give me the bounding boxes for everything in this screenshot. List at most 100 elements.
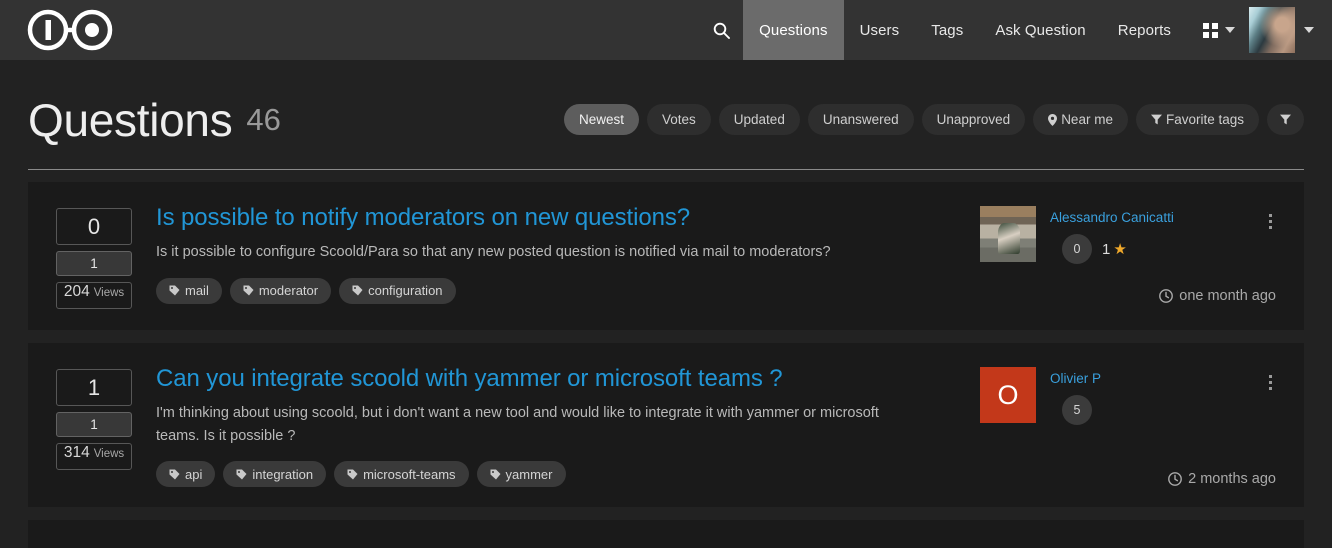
nav-item-reports[interactable]: Reports xyxy=(1102,0,1187,60)
filter-votes[interactable]: Votes xyxy=(647,104,711,135)
answer-count: 1 xyxy=(56,412,132,437)
page-title: Questions xyxy=(28,97,232,143)
tag-list: mail moderator xyxy=(156,278,962,304)
navbar-spacer xyxy=(138,0,699,60)
author-info: Olivier P 5 xyxy=(1050,367,1101,425)
tag-chip[interactable]: microsoft-teams xyxy=(334,461,468,487)
question-card[interactable]: 0 1 204 Views Is possible to notify mode… xyxy=(28,182,1304,330)
page-header: Questions 46 Newest Votes Updated Unansw… xyxy=(28,60,1304,165)
author-block: O Olivier P 5 xyxy=(980,367,1280,425)
question-title-link[interactable]: Is possible to notify moderators on new … xyxy=(156,204,962,232)
header-divider xyxy=(28,169,1304,170)
star-icon: ★ xyxy=(1113,242,1126,257)
chevron-down-icon xyxy=(1304,27,1314,33)
apps-menu-button[interactable] xyxy=(1187,0,1241,60)
vote-count: 1 xyxy=(56,369,132,406)
question-card[interactable]: 1 1 314 Views Can you integrate scoold w… xyxy=(28,343,1304,507)
view-count-label: Views xyxy=(94,448,124,460)
tag-chip[interactable]: mail xyxy=(156,278,222,304)
tag-label: yammer xyxy=(506,467,553,482)
tag-chip[interactable]: integration xyxy=(223,461,326,487)
author-avatar[interactable] xyxy=(980,206,1036,262)
chevron-down-icon xyxy=(1225,27,1235,33)
filter-unanswered-label: Unanswered xyxy=(823,112,899,127)
avatar xyxy=(1249,7,1295,53)
author-name-link[interactable]: Alessandro Canicatti xyxy=(1050,210,1174,225)
filter-near-me[interactable]: Near me xyxy=(1033,104,1128,135)
filter-updated-label: Updated xyxy=(734,112,785,127)
filter-icon xyxy=(1280,114,1291,125)
question-body: Can you integrate scoold with yammer or … xyxy=(132,365,980,487)
question-stats: 0 1 204 Views xyxy=(56,204,132,310)
tag-label: moderator xyxy=(259,283,318,298)
tag-chip[interactable]: configuration xyxy=(339,278,455,304)
author-name-link[interactable]: Olivier P xyxy=(1050,371,1101,386)
filter-options-button[interactable] xyxy=(1267,104,1304,135)
top-navbar: Questions Users Tags Ask Question Report… xyxy=(0,0,1332,60)
question-excerpt: I'm thinking about using scoold, but i d… xyxy=(156,402,896,447)
tag-chip[interactable]: yammer xyxy=(477,461,566,487)
map-pin-icon xyxy=(1048,114,1057,126)
question-options-menu[interactable] xyxy=(1265,371,1276,394)
tag-chip[interactable]: api xyxy=(156,461,215,487)
question-count: 46 xyxy=(246,104,280,135)
tag-icon xyxy=(169,469,180,480)
author-avatar[interactable]: O xyxy=(980,367,1036,423)
tag-list: api integration xyxy=(156,461,962,487)
tag-icon xyxy=(236,469,247,480)
question-timestamp: 2 months ago xyxy=(1168,471,1276,487)
question-options-menu[interactable] xyxy=(1265,210,1276,233)
filter-unanswered[interactable]: Unanswered xyxy=(808,104,914,135)
search-button[interactable] xyxy=(699,0,743,60)
view-count-number: 204 xyxy=(64,283,90,301)
gold-badge: 1 ★ xyxy=(1102,241,1127,258)
tag-chip[interactable]: moderator xyxy=(230,278,331,304)
reputation-badge: 5 xyxy=(1062,395,1092,425)
filter-icon xyxy=(1151,114,1162,125)
tag-label: api xyxy=(185,467,202,482)
grid-apps-icon xyxy=(1203,23,1218,38)
gold-badge-count: 1 xyxy=(1102,241,1110,258)
timestamp-label: 2 months ago xyxy=(1188,471,1276,487)
tag-icon xyxy=(490,469,501,480)
user-menu-button[interactable] xyxy=(1241,0,1332,60)
nav-item-ask-question[interactable]: Ask Question xyxy=(979,0,1101,60)
filter-newest[interactable]: Newest xyxy=(564,104,639,135)
question-title-link[interactable]: Can you integrate scoold with yammer or … xyxy=(156,365,962,393)
view-count-label: Views xyxy=(94,287,124,299)
author-badges: 0 1 ★ xyxy=(1050,234,1174,264)
filter-updated[interactable]: Updated xyxy=(719,104,800,135)
nav-item-questions[interactable]: Questions xyxy=(743,0,843,60)
page-body: Questions 46 Newest Votes Updated Unansw… xyxy=(0,60,1332,548)
vote-count: 0 xyxy=(56,208,132,245)
tag-label: microsoft-teams xyxy=(363,467,455,482)
nav-item-tags[interactable]: Tags xyxy=(915,0,979,60)
question-meta: O Olivier P 5 xyxy=(980,365,1280,487)
question-body: Is possible to notify moderators on new … xyxy=(132,204,980,310)
tag-label: mail xyxy=(185,283,209,298)
question-card[interactable] xyxy=(28,520,1304,548)
answer-count: 1 xyxy=(56,251,132,276)
tag-icon xyxy=(169,285,180,296)
tag-icon xyxy=(347,469,358,480)
tag-label: integration xyxy=(252,467,313,482)
view-count-number: 314 xyxy=(64,444,90,462)
tag-icon xyxy=(352,285,363,296)
question-excerpt: Is it possible to configure Scoold/Para … xyxy=(156,241,896,263)
tag-label: configuration xyxy=(368,283,442,298)
logo-link[interactable] xyxy=(0,0,138,60)
nav-item-users[interactable]: Users xyxy=(844,0,916,60)
question-list: 0 1 204 Views Is possible to notify mode… xyxy=(28,182,1304,548)
filter-favorite-tags-label: Favorite tags xyxy=(1166,112,1244,127)
author-block: Alessandro Canicatti 0 1 ★ xyxy=(980,206,1280,264)
filter-unapproved-label: Unapproved xyxy=(937,112,1011,127)
question-timestamp: one month ago xyxy=(1159,288,1276,304)
question-stats: 1 1 314 Views xyxy=(56,365,132,487)
filter-bar: Newest Votes Updated Unanswered Unapprov… xyxy=(564,104,1304,135)
scoold-logo xyxy=(26,9,114,51)
filter-favorite-tags[interactable]: Favorite tags xyxy=(1136,104,1259,135)
clock-icon xyxy=(1168,472,1182,486)
timestamp-label: one month ago xyxy=(1179,288,1276,304)
filter-unapproved[interactable]: Unapproved xyxy=(922,104,1026,135)
tag-icon xyxy=(243,285,254,296)
